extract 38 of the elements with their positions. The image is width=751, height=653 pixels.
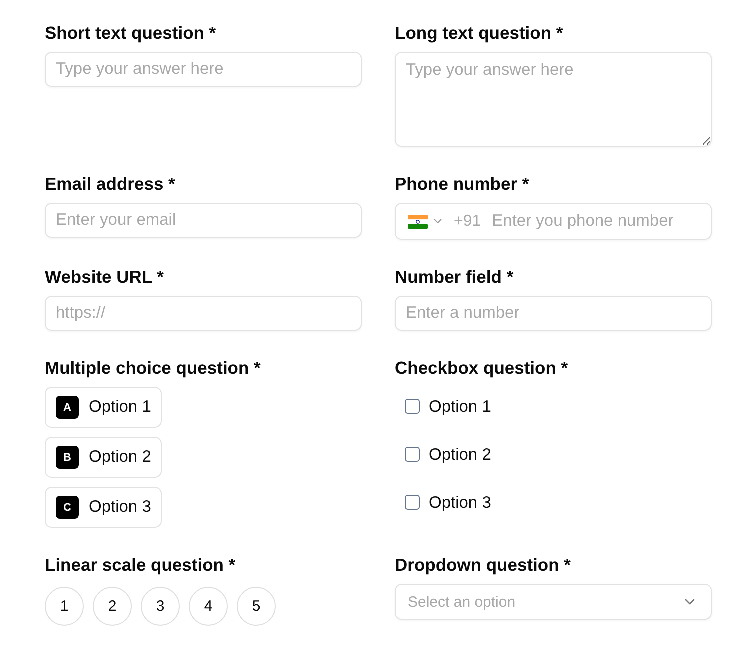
text-input[interactable]: Type your answer here (45, 52, 362, 87)
scale-option[interactable]: 5 (237, 587, 276, 626)
phone-number-input[interactable]: Enter you phone number (492, 212, 711, 231)
chevron-down-icon (685, 599, 695, 605)
question-label: Phone number * (395, 173, 530, 195)
email-input[interactable]: Enter your email (45, 203, 362, 238)
choice-option[interactable]: A Option 1 (45, 387, 162, 428)
letter-key: B (56, 446, 79, 469)
country-select-button[interactable] (408, 214, 442, 228)
textarea-input[interactable]: Type your answer here (395, 52, 712, 147)
question-label: Website URL * (45, 266, 164, 288)
question-label: Linear scale question * (45, 554, 236, 576)
checkbox-label[interactable]: Option 3 (429, 494, 492, 512)
chevron-down-icon (434, 219, 442, 224)
scale-option[interactable]: 1 (45, 587, 84, 626)
url-input[interactable]: https:// (45, 296, 362, 331)
choice-option[interactable]: B Option 2 (45, 437, 162, 478)
checkbox[interactable] (405, 494, 420, 510)
checkbox[interactable] (405, 398, 420, 414)
question-label: Email address * (45, 173, 176, 195)
question-label: Dropdown question * (395, 554, 571, 576)
scale-option[interactable]: 4 (189, 587, 228, 626)
letter-key: A (56, 396, 79, 419)
checkbox-label[interactable]: Option 2 (429, 446, 492, 464)
dial-code-text: +91 (454, 212, 482, 230)
checkbox[interactable] (405, 446, 420, 462)
question-label: Checkbox question * (395, 357, 568, 379)
question-label: Long text question * (395, 22, 564, 44)
flag-icon (408, 214, 428, 228)
choice-option[interactable]: C Option 3 (45, 487, 162, 528)
question-label: Number field * (395, 266, 514, 288)
number-input[interactable]: Enter a number (395, 296, 712, 331)
letter-key: C (56, 496, 79, 519)
question-label: Short text question * (45, 22, 216, 44)
scale-option[interactable]: 3 (141, 587, 180, 626)
scale-option[interactable]: 2 (93, 587, 132, 626)
checkbox-label[interactable]: Option 1 (429, 398, 492, 416)
question-label: Multiple choice question * (45, 357, 261, 379)
